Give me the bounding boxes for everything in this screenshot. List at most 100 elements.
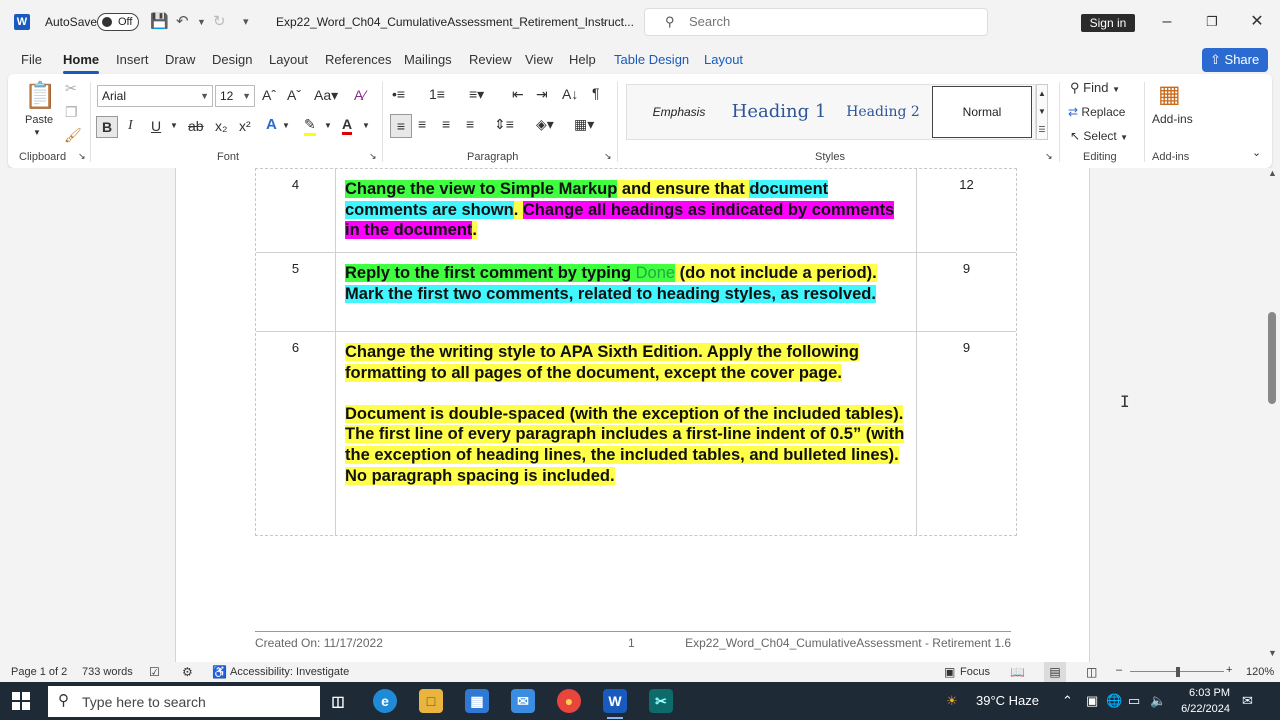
tab-draw[interactable]: Draw <box>165 52 195 67</box>
network-icon[interactable]: 🌐 <box>1106 693 1122 709</box>
proofing-icon[interactable]: ☑ <box>149 665 160 679</box>
tab-help[interactable]: Help <box>569 52 596 67</box>
paragraph-launcher-icon[interactable]: ↘ <box>604 151 612 162</box>
line-spacing-icon[interactable]: ⇕≡ <box>494 116 514 133</box>
weather-icon[interactable]: ☀ <box>946 693 958 709</box>
style-normal[interactable]: Normal <box>932 86 1032 138</box>
align-right-button[interactable]: ≡ <box>442 116 450 132</box>
focus-label[interactable]: Focus <box>960 666 990 678</box>
customize-toolbar-icon[interactable]: ▾ <box>243 15 249 28</box>
tab-file[interactable]: File <box>21 52 42 67</box>
replace-button[interactable]: ⇄ Replace <box>1068 105 1125 119</box>
search-box[interactable]: ⚲ <box>644 8 988 36</box>
tab-table-design[interactable]: Table Design <box>614 52 689 67</box>
shading-icon[interactable]: ◈▾ <box>536 116 554 133</box>
clipboard-launcher-icon[interactable]: ↘ <box>78 151 86 162</box>
focus-icon[interactable]: ▣ <box>944 665 955 679</box>
read-mode-icon[interactable]: 📖 <box>1010 665 1025 679</box>
tab-mailings[interactable]: Mailings <box>404 52 452 67</box>
undo-icon[interactable]: ↶ <box>176 12 189 30</box>
step-text[interactable]: Change the view to Simple Markup and ens… <box>336 169 916 243</box>
sign-in-button[interactable]: Sign in <box>1081 14 1135 32</box>
text-effects-icon[interactable]: A <box>266 116 277 133</box>
tab-table-layout[interactable]: Layout <box>704 52 743 67</box>
meet-now-icon[interactable]: ▣ <box>1086 693 1098 709</box>
print-layout-icon[interactable]: ▤ <box>1044 662 1066 682</box>
increase-indent-icon[interactable]: ⇥ <box>536 86 548 103</box>
document-title[interactable]: Exp22_Word_Ch04_CumulativeAssessment_Ret… <box>276 15 634 29</box>
paste-label[interactable]: Paste <box>25 114 53 126</box>
accessibility-icon[interactable]: ♿ <box>212 665 227 679</box>
numbering-icon[interactable]: 1≡ <box>429 86 445 102</box>
close-icon[interactable]: ✕ <box>1242 10 1272 34</box>
find-button[interactable]: ⚲ Find ▼ <box>1070 80 1120 96</box>
decrease-indent-icon[interactable]: ⇤ <box>512 86 524 103</box>
paste-dropdown-icon[interactable]: ▼ <box>33 128 41 137</box>
save-icon[interactable]: 💾 <box>150 12 169 30</box>
cut-icon[interactable]: ✂ <box>65 80 77 97</box>
paste-icon[interactable]: 📋 <box>24 80 56 111</box>
file-explorer-icon[interactable]: □ <box>419 689 443 713</box>
styles-launcher-icon[interactable]: ↘ <box>1045 151 1053 162</box>
tab-insert[interactable]: Insert <box>116 52 149 67</box>
taskbar-clock[interactable]: 6:03 PM 6/22/2024 <box>1170 685 1230 717</box>
weather-text[interactable]: 39°C Haze <box>976 693 1039 708</box>
scroll-down-icon[interactable]: ▼ <box>1268 648 1277 658</box>
sort-icon[interactable]: A↓ <box>562 86 578 102</box>
track-changes-icon[interactable]: ⚙ <box>182 665 193 679</box>
share-button[interactable]: ⇧ Share ▼ <box>1202 48 1268 90</box>
select-button[interactable]: ↖ Select ▼ <box>1070 129 1128 143</box>
multilevel-list-icon[interactable]: ≡▾ <box>469 86 484 103</box>
bullets-icon[interactable]: •≡ <box>392 86 405 102</box>
add-ins-icon[interactable]: ▦ <box>1158 80 1181 109</box>
show-formatting-marks-icon[interactable]: ¶ <box>592 85 600 101</box>
add-ins-button-label[interactable]: Add-ins <box>1152 112 1193 126</box>
styles-scroll-icon[interactable]: ▲ ▼ ☰ <box>1036 84 1048 140</box>
web-layout-icon[interactable]: ◫ <box>1086 665 1097 679</box>
chevron-down-icon[interactable]: ⌄ <box>600 16 608 27</box>
redo-icon[interactable]: ↻ <box>213 12 226 30</box>
mail-icon[interactable]: ✉ <box>511 689 535 713</box>
zoom-out-icon[interactable]: – <box>1116 664 1122 676</box>
word-taskbar-icon[interactable]: W <box>603 689 627 713</box>
align-left-button[interactable]: ≡ <box>390 114 412 138</box>
underline-button[interactable]: U <box>151 118 161 134</box>
step-text[interactable]: Reply to the first comment by typing Don… <box>336 253 916 306</box>
font-color-icon[interactable]: A <box>342 116 353 135</box>
tab-review[interactable]: Review <box>469 52 512 67</box>
tab-home[interactable]: Home <box>63 52 100 74</box>
collapse-ribbon-icon[interactable]: ⌄ <box>1252 146 1261 159</box>
task-view-icon[interactable]: ◫ <box>326 689 350 713</box>
chevron-down-icon[interactable]: ▼ <box>282 121 290 130</box>
chevron-down-icon[interactable]: ▼ <box>362 121 370 130</box>
align-center-button[interactable]: ≡ <box>418 116 426 132</box>
document-page[interactable]: 4 Change the view to Simple Markup and e… <box>175 168 1090 662</box>
borders-icon[interactable]: ▦▾ <box>574 116 594 133</box>
word-count[interactable]: 733 words <box>82 666 133 678</box>
store-icon[interactable]: ▦ <box>465 689 489 713</box>
style-emphasis[interactable]: Emphasis <box>635 85 723 139</box>
style-heading-2[interactable]: Heading 2 <box>833 85 933 139</box>
font-size-select[interactable]: 12 ▼ <box>215 85 255 107</box>
chevron-down-icon[interactable]: ▼ <box>324 121 332 130</box>
strikethrough-button[interactable]: ab <box>188 118 204 134</box>
subscript-button[interactable]: x₂ <box>215 118 227 134</box>
clear-formatting-icon[interactable]: A∕ <box>354 87 366 103</box>
shrink-font-icon[interactable]: Aˇ <box>287 87 301 103</box>
chrome-icon[interactable]: ● <box>557 689 581 713</box>
underline-dropdown-icon[interactable]: ▼ <box>170 121 178 130</box>
scroll-up-icon[interactable]: ▲ <box>1268 168 1277 178</box>
tab-view[interactable]: View <box>525 52 553 67</box>
notifications-icon[interactable]: ✉ <box>1242 693 1253 709</box>
scrollbar-thumb[interactable] <box>1268 312 1276 404</box>
step-text[interactable]: Change the writing style to APA Sixth Ed… <box>336 332 916 488</box>
italic-button[interactable]: I <box>128 118 133 134</box>
tab-layout[interactable]: Layout <box>269 52 308 67</box>
autosave-toggle[interactable]: Off <box>97 13 139 31</box>
vertical-scrollbar[interactable]: ▲ ▼ <box>1266 168 1278 662</box>
snipping-tool-icon[interactable]: ✂ <box>649 689 673 713</box>
grow-font-icon[interactable]: Aˆ <box>262 87 276 103</box>
zoom-slider-thumb[interactable] <box>1176 667 1180 677</box>
search-input[interactable] <box>689 14 969 29</box>
undo-dropdown-icon[interactable]: ▼ <box>197 17 206 27</box>
